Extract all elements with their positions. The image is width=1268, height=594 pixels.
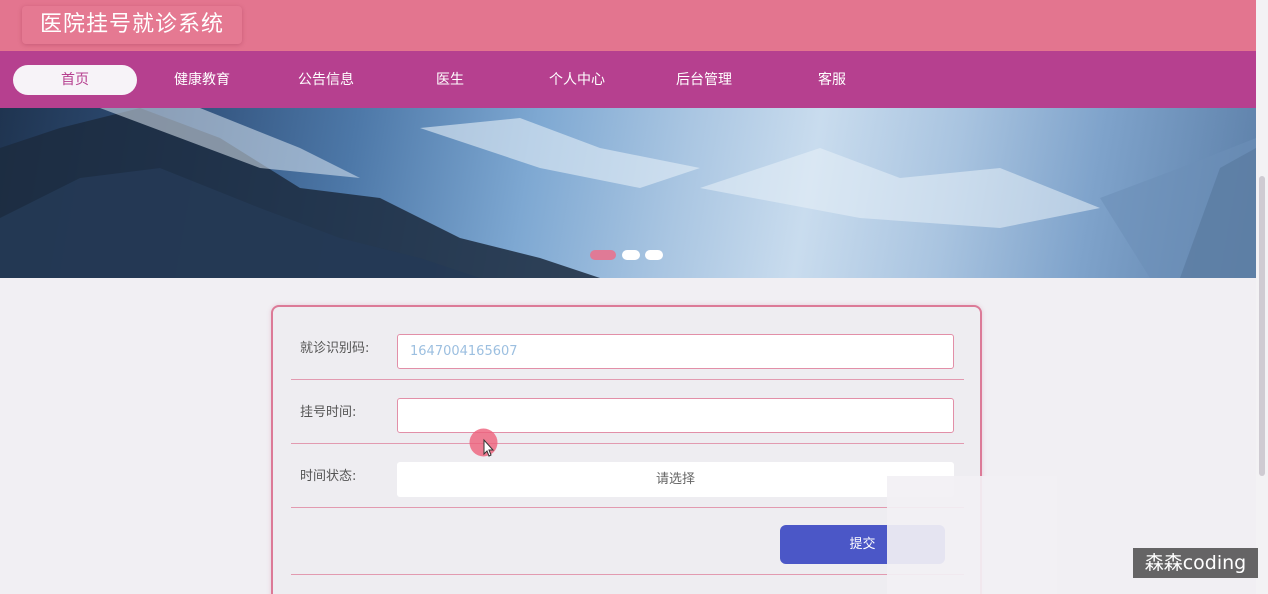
carousel-dot-1[interactable] [590, 250, 616, 260]
carousel-dot-2[interactable] [622, 250, 640, 260]
nav-home[interactable]: 首页 [13, 65, 137, 95]
registration-form: 就诊识别码: 1647004165607 挂号时间: 时间状态: 请选择 提交 [271, 305, 982, 594]
nav-doctors[interactable]: 医生 [388, 65, 512, 95]
nav-announcements[interactable]: 公告信息 [264, 65, 388, 95]
nav-health-education[interactable]: 健康教育 [140, 65, 264, 95]
blur-overlay [887, 476, 1057, 594]
form-divider [291, 507, 964, 508]
form-divider [291, 443, 964, 444]
mouse-cursor-icon [469, 428, 498, 457]
carousel-dot-3[interactable] [645, 250, 663, 260]
banner-carousel[interactable] [0, 108, 1256, 278]
time-status-select[interactable]: 请选择 [397, 462, 954, 497]
nav-customer-service[interactable]: 客服 [770, 65, 894, 95]
page-scrollbar[interactable] [1256, 0, 1268, 594]
top-header: 医院挂号就诊系统 [0, 0, 1256, 51]
form-divider [291, 574, 964, 575]
visit-code-label: 就诊识别码: [300, 341, 370, 356]
app-title: 医院挂号就诊系统 [22, 6, 243, 44]
form-divider [291, 379, 964, 380]
time-status-label: 时间状态: [300, 469, 357, 484]
visit-code-input[interactable]: 1647004165607 [397, 334, 954, 369]
nav-admin[interactable]: 后台管理 [642, 65, 766, 95]
watermark: 森森coding [1133, 548, 1258, 578]
main-nav: 首页 健康教育 公告信息 医生 个人中心 后台管理 客服 [0, 51, 1256, 108]
nav-personal-center[interactable]: 个人中心 [515, 65, 639, 95]
register-time-label: 挂号时间: [300, 405, 357, 420]
scrollbar-thumb[interactable] [1259, 176, 1265, 476]
